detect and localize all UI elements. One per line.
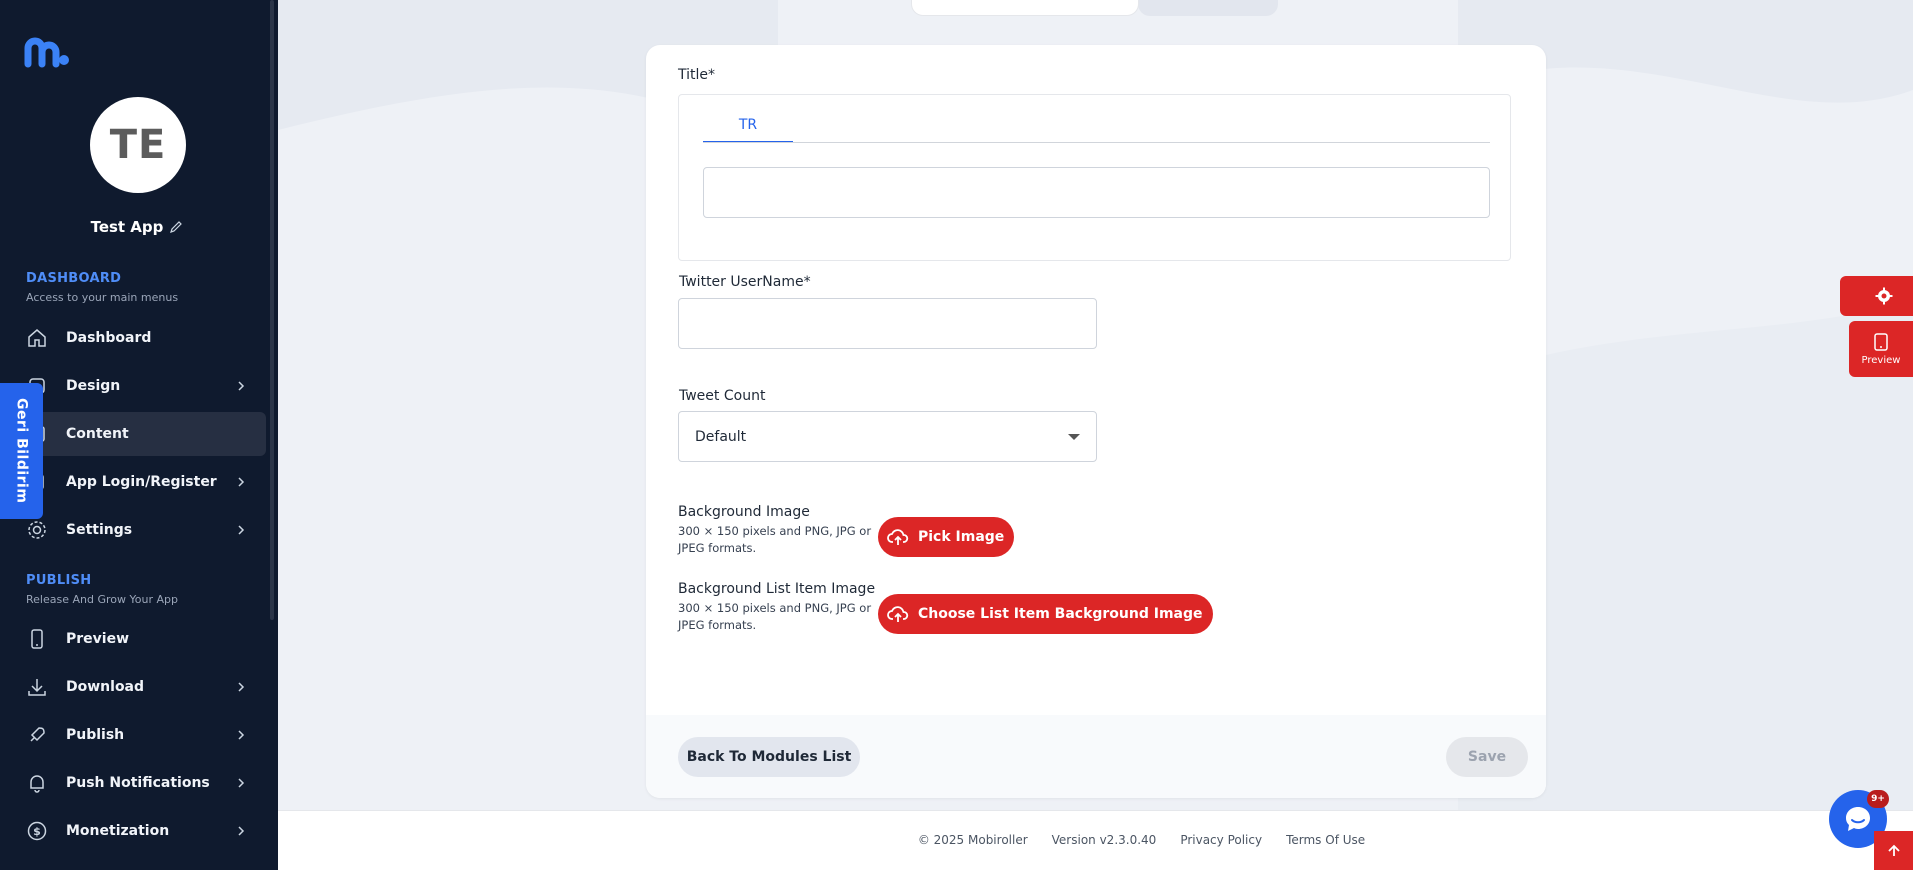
- sidebar-item-download[interactable]: Download: [0, 665, 266, 709]
- phone-icon: [31, 629, 43, 649]
- title-label: Title*: [678, 67, 716, 83]
- tweet-count-value: Default: [695, 428, 747, 445]
- settings-float-button[interactable]: [1840, 276, 1913, 316]
- title-box: TR: [678, 94, 1511, 261]
- section-subtitle-publish: Release And Grow Your App: [26, 593, 178, 606]
- sidebar-item-dashboard[interactable]: Dashboard: [0, 316, 266, 360]
- gear-icon: [28, 521, 46, 539]
- feedback-tab[interactable]: Geri Bildirim: [0, 383, 43, 519]
- pencil-icon[interactable]: [169, 220, 183, 234]
- phone-icon: [1874, 332, 1888, 351]
- chat-icon: [1846, 807, 1870, 831]
- chevron-right-icon: [238, 826, 245, 836]
- bell-icon: [30, 775, 44, 793]
- chevron-right-icon: [238, 525, 245, 535]
- bg-list-image-label: Background List Item Image: [678, 581, 876, 597]
- chevron-right-icon: [238, 477, 245, 487]
- tab-tr[interactable]: TR: [703, 109, 793, 143]
- sidebar-item-push-notifications[interactable]: Push Notifications: [0, 761, 266, 805]
- chevron-right-icon: [238, 381, 245, 391]
- tweet-count-select[interactable]: Default: [678, 411, 1097, 462]
- gear-icon: [1875, 287, 1892, 305]
- main-area: Title* TR Twitter UserName* Tweet Count …: [278, 0, 1913, 870]
- choose-list-item-bg-button[interactable]: Choose List Item Background Image: [878, 594, 1213, 634]
- sidebar-item-label: Dashboard: [66, 330, 152, 346]
- sidebar-item-monetization[interactable]: $ Monetization: [0, 809, 266, 853]
- chevron-right-icon: [238, 778, 245, 788]
- bg-image-desc: 300 × 150 pixels and PNG, JPG or JPEG fo…: [678, 524, 872, 555]
- sidebar-item-publish[interactable]: Publish: [0, 713, 266, 757]
- bg-image-label: Background Image: [678, 504, 810, 520]
- sidebar-item-label: Content: [66, 426, 129, 442]
- chat-badge: 9+: [1867, 790, 1889, 808]
- sidebar-item-preview[interactable]: Preview: [0, 617, 266, 661]
- sidebar-item-label: App Login/Register: [66, 474, 217, 490]
- form-card: Title* TR Twitter UserName* Tweet Count …: [646, 45, 1546, 798]
- sidebar-item-label: Download: [66, 679, 145, 695]
- twitter-username-input[interactable]: [678, 298, 1097, 349]
- cloud-upload-icon: [887, 606, 909, 622]
- sidebar-item-label: Push Notifications: [66, 775, 210, 791]
- arrow-up-icon: [1887, 844, 1900, 856]
- tweet-count-label: Tweet Count: [679, 388, 766, 404]
- top-tab-inactive[interactable]: [1138, 0, 1278, 16]
- caret-down-icon: [1068, 434, 1080, 440]
- footer-copyright: © 2025 Mobiroller: [917, 833, 1028, 847]
- download-icon: [28, 679, 46, 696]
- dollar-icon: $: [27, 821, 47, 841]
- footer-privacy-link[interactable]: Privacy Policy: [1180, 833, 1262, 847]
- save-button[interactable]: Save: [1446, 737, 1528, 777]
- scroll-to-top-button[interactable]: [1874, 831, 1913, 870]
- chevron-right-icon: [238, 730, 245, 740]
- footer-terms-link[interactable]: Terms Of Use: [1286, 833, 1365, 847]
- back-to-modules-button[interactable]: Back To Modules List: [678, 737, 860, 777]
- top-tab-active[interactable]: [911, 0, 1139, 16]
- pick-image-label: Pick Image: [918, 529, 1005, 545]
- section-title-dashboard: DASHBOARD: [26, 271, 122, 286]
- footer-links: © 2025 Mobiroller Version v2.3.0.40 Priv…: [278, 833, 1913, 847]
- chevron-right-icon: [238, 682, 245, 692]
- preview-float-button[interactable]: Preview: [1849, 321, 1913, 377]
- footer-version: Version v2.3.0.40: [1051, 833, 1157, 847]
- sidebar-scrollbar[interactable]: [270, 0, 274, 620]
- twitter-username-label: Twitter UserName*: [679, 274, 811, 290]
- bg-list-image-desc: 300 × 150 pixels and PNG, JPG or JPEG fo…: [678, 601, 872, 632]
- sidebar-item-label: Settings: [66, 522, 133, 538]
- avatar[interactable]: TE: [90, 97, 186, 193]
- title-input[interactable]: [703, 167, 1490, 218]
- choose-list-item-bg-label: Choose List Item Background Image: [918, 606, 1203, 622]
- svg-text:$: $: [33, 825, 41, 838]
- tabs-divider: [703, 142, 1490, 143]
- app-name: Test App: [90, 218, 164, 236]
- sidebar-item-label: Publish: [66, 727, 125, 743]
- mobiroller-logo-icon[interactable]: [24, 36, 70, 68]
- pick-image-button[interactable]: Pick Image: [878, 517, 1015, 557]
- sidebar-item-label: Monetization: [66, 823, 170, 839]
- home-icon: [28, 329, 46, 347]
- sidebar-item-label: Preview: [66, 631, 130, 647]
- section-title-publish: PUBLISH: [26, 573, 92, 588]
- preview-float-label: Preview: [1861, 354, 1901, 366]
- section-subtitle-dashboard: Access to your main menus: [26, 291, 179, 304]
- cloud-upload-icon: [887, 529, 909, 545]
- feedback-label: Geri Bildirim: [13, 398, 30, 504]
- rocket-icon: [30, 727, 45, 742]
- app-name-row[interactable]: Test App: [0, 218, 274, 236]
- sidebar-item-label: Design: [66, 378, 121, 394]
